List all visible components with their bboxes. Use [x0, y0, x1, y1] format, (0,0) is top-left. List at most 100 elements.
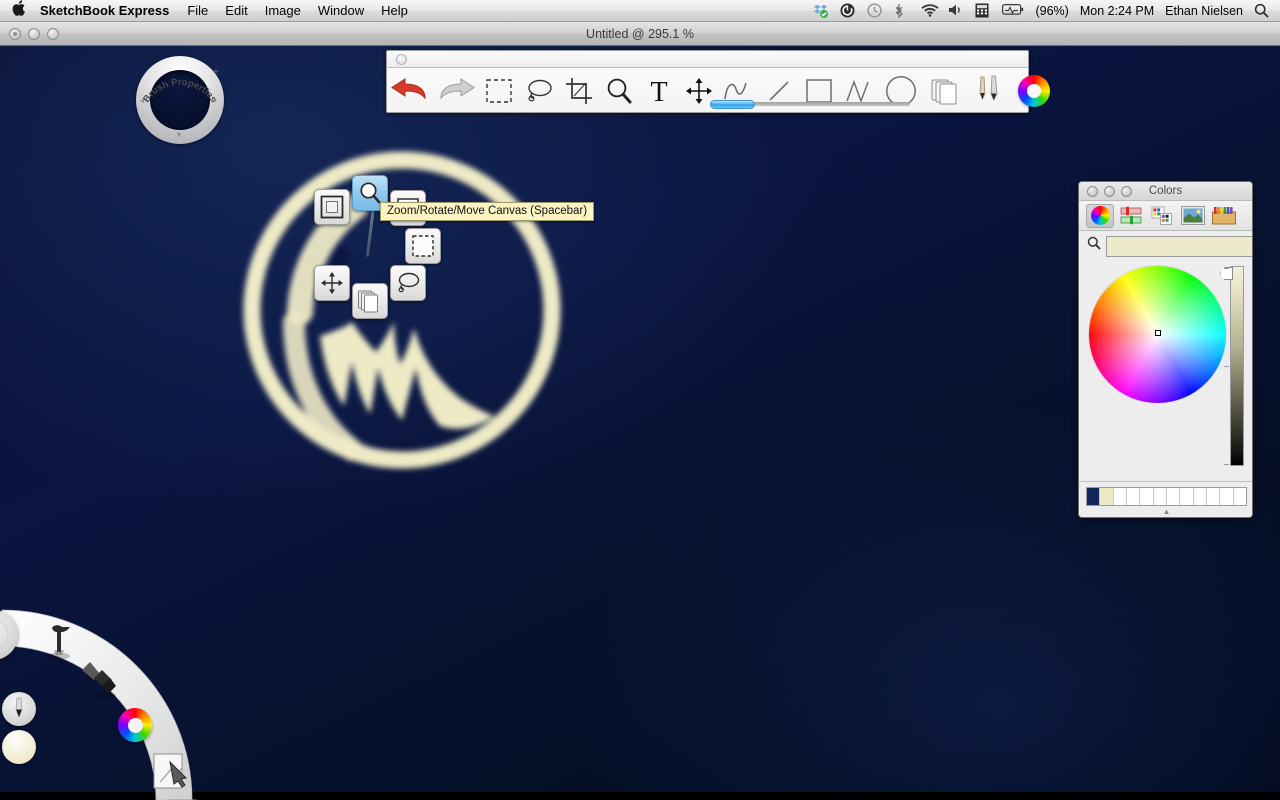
main-toolbar: T — [386, 50, 1050, 113]
color-wheel-button[interactable] — [1011, 69, 1057, 113]
tooltip: Zoom/Rotate/Move Canvas (Spacebar) — [380, 202, 595, 221]
toolbar-group-select: T — [479, 68, 719, 113]
lagoon-color-puck[interactable] — [2, 730, 36, 764]
panel-resize-grip[interactable]: ▲ — [1079, 508, 1252, 516]
lagoon-pencil-puck[interactable] — [2, 692, 36, 726]
brightness-slider[interactable] — [1230, 266, 1244, 466]
menu-bar-username[interactable]: Ethan Nielsen — [1165, 4, 1243, 18]
brightness-tick-top — [1224, 268, 1229, 269]
layers-button[interactable] — [923, 69, 967, 113]
menu-item-file[interactable]: File — [187, 3, 208, 18]
color-marker[interactable] — [1155, 330, 1161, 336]
swatch-1[interactable] — [1100, 488, 1114, 505]
lasso-select-button[interactable] — [519, 69, 559, 113]
color-search-row — [1079, 231, 1252, 261]
color-search-field[interactable] — [1106, 235, 1252, 257]
page-title: Untitled @ 295.1 % — [586, 26, 694, 41]
brush-palette-button[interactable] — [967, 69, 1011, 113]
puck-label: Brush Properties — [136, 50, 224, 138]
swatch-0[interactable] — [1087, 488, 1101, 505]
text-tool-button[interactable]: T — [639, 69, 679, 113]
swatch-11[interactable] — [1234, 488, 1246, 505]
swatch-7[interactable] — [1180, 488, 1194, 505]
lagoon-brush-button[interactable] — [78, 658, 124, 709]
colors-panel-titlebar[interactable]: Colors — [1079, 182, 1252, 201]
swatch-8[interactable] — [1194, 488, 1207, 505]
timemachine-icon[interactable] — [867, 3, 883, 18]
close-button[interactable] — [9, 27, 21, 40]
menu-bar-clock[interactable]: Mon 2:24 PM — [1080, 4, 1154, 18]
swatch-10[interactable] — [1220, 488, 1234, 505]
lasso-select-button[interactable] — [390, 265, 426, 301]
colors-panel: Colors ▲ — [1078, 181, 1253, 518]
menu-item-window[interactable]: Window — [318, 3, 364, 18]
battery-icon[interactable] — [1002, 3, 1024, 18]
minimize-button[interactable] — [28, 27, 40, 40]
volume-icon[interactable] — [948, 3, 964, 18]
menu-item-help[interactable]: Help — [381, 3, 408, 18]
fit-to-view-button[interactable] — [314, 189, 350, 225]
swatch-5[interactable] — [1154, 488, 1167, 505]
colors-panel-tabs — [1079, 201, 1252, 231]
swatch-2[interactable] — [1114, 488, 1127, 505]
swatch-4[interactable] — [1140, 488, 1154, 505]
image-palettes-tab[interactable] — [1179, 204, 1207, 228]
svg-text:T: T — [650, 77, 667, 105]
duplicate-layer-button[interactable] — [352, 283, 388, 319]
crop-button[interactable] — [559, 69, 599, 113]
svg-text:Brush Properties: Brush Properties — [141, 77, 219, 105]
color-wheel-area — [1079, 261, 1252, 476]
brush-properties-puck[interactable]: Brush Properties + ◂ ▸ ▾ — [136, 56, 224, 144]
crayons-tab[interactable] — [1210, 204, 1238, 228]
color-wheel-tab[interactable] — [1086, 203, 1114, 228]
marquee-select-button[interactable] — [405, 228, 441, 264]
search-icon[interactable] — [1087, 236, 1101, 256]
bluetooth-icon[interactable] — [894, 3, 910, 19]
swatch-3[interactable] — [1127, 488, 1141, 505]
battery-percentage: (96%) — [1035, 3, 1069, 18]
puck-arrow-down-icon[interactable]: ▾ — [177, 130, 181, 139]
canvas-artwork — [228, 136, 576, 484]
lagoon-color-button[interactable] — [118, 708, 152, 742]
brush-size-slider[interactable] — [710, 100, 910, 109]
brightness-tick-mid — [1224, 366, 1229, 367]
puck-plus-icon[interactable]: + — [213, 67, 219, 78]
zoom-tool-button[interactable] — [599, 69, 639, 113]
rectangle-select-button[interactable] — [479, 69, 519, 113]
lagoon-palette — [0, 600, 250, 800]
calculator-icon[interactable] — [975, 3, 991, 18]
redo-button[interactable] — [433, 69, 479, 113]
color-sliders-tab[interactable] — [1117, 204, 1145, 228]
toolbar-group-history — [387, 68, 479, 113]
record-icon[interactable] — [840, 3, 856, 18]
move-selection-button[interactable] — [314, 265, 350, 301]
apple-icon[interactable] — [12, 0, 26, 19]
menu-bar-status-area: (96%) Mon 2:24 PM Ethan Nielsen — [813, 3, 1270, 19]
swatch-6[interactable] — [1167, 488, 1181, 505]
swatch-9[interactable] — [1207, 488, 1221, 505]
wifi-icon[interactable] — [921, 3, 940, 18]
toolbar-body: T — [387, 68, 1050, 113]
puck-arrow-right-icon[interactable]: ▸ — [213, 96, 217, 105]
colors-panel-title: Colors — [1148, 185, 1183, 197]
toolbar-group-panels — [923, 68, 1057, 113]
lagoon-layers-button[interactable] — [152, 752, 192, 800]
toolbar-titlebar[interactable] — [387, 51, 1028, 68]
slider-thumb[interactable] — [710, 100, 755, 109]
brush-properties-title: Brush Properties — [141, 77, 219, 105]
toolbar-grip[interactable] — [396, 53, 407, 65]
color-swatches: ▲ — [1079, 481, 1252, 517]
color-palettes-tab[interactable] — [1148, 204, 1176, 228]
menu-item-image[interactable]: Image — [265, 3, 301, 18]
undo-button[interactable] — [387, 69, 433, 113]
menu-app-name[interactable]: SketchBook Express — [40, 3, 169, 18]
zoom-button[interactable] — [47, 27, 59, 40]
swatch-row — [1086, 487, 1247, 506]
puck-arrow-left-icon[interactable]: ◂ — [140, 96, 144, 105]
menu-item-edit[interactable]: Edit — [225, 3, 247, 18]
brightness-tick-bottom — [1224, 464, 1229, 465]
document-window-titlebar: Untitled @ 295.1 % — [0, 22, 1280, 46]
dropbox-icon[interactable] — [813, 3, 829, 18]
window-controls — [9, 27, 59, 40]
search-icon[interactable] — [1254, 3, 1270, 18]
